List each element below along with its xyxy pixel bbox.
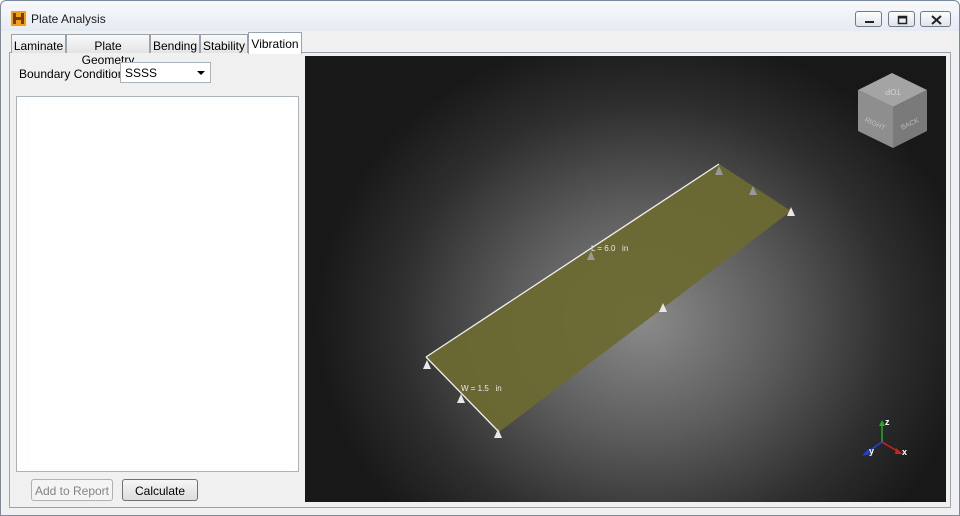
calculate-button[interactable]: Calculate [122, 479, 198, 501]
tab-laminate[interactable]: Laminate [11, 34, 66, 53]
close-icon [931, 15, 942, 25]
dropdown-arrow-icon [197, 71, 205, 75]
plate-length-label: L = 6.0 in [591, 244, 628, 253]
tab-vibration[interactable]: Vibration [248, 32, 302, 54]
z-axis-label: z [885, 417, 890, 427]
boundary-condition-select[interactable]: SSSS [120, 62, 211, 83]
restore-button[interactable] [888, 11, 915, 27]
boundary-condition-value: SSSS [125, 66, 158, 80]
tab-bending[interactable]: Bending [150, 34, 200, 53]
window-title: Plate Analysis [31, 12, 106, 26]
3d-viewport[interactable]: L = 6.0 in W = 1.5 in TOP RIGHT BACK z x [305, 56, 946, 502]
plate-width-label: W = 1.5 in [461, 384, 502, 393]
minimize-icon [865, 21, 874, 23]
app-icon [11, 11, 26, 26]
plate-analysis-window: Plate Analysis Laminate Plate Geometry B… [0, 0, 960, 516]
view-cube[interactable]: TOP RIGHT BACK [858, 73, 927, 148]
x-axis-label: x [902, 447, 907, 457]
view-cube-top-label: TOP [885, 87, 901, 96]
add-to-report-button[interactable]: Add to Report [31, 479, 113, 501]
title-bar[interactable]: Plate Analysis [1, 1, 959, 31]
tab-plate-geometry[interactable]: Plate Geometry [66, 34, 150, 67]
boundary-condition-label: Boundary Condition [19, 67, 125, 81]
minimize-button[interactable] [855, 11, 882, 27]
axis-triad: z x y [862, 417, 907, 457]
tab-stability[interactable]: Stability [200, 34, 248, 53]
close-button[interactable] [920, 11, 951, 27]
plate-scene: L = 6.0 in W = 1.5 in TOP RIGHT BACK z x [423, 73, 927, 457]
y-axis-label: y [869, 446, 874, 456]
results-list[interactable] [16, 96, 299, 472]
restore-icon [897, 15, 908, 25]
